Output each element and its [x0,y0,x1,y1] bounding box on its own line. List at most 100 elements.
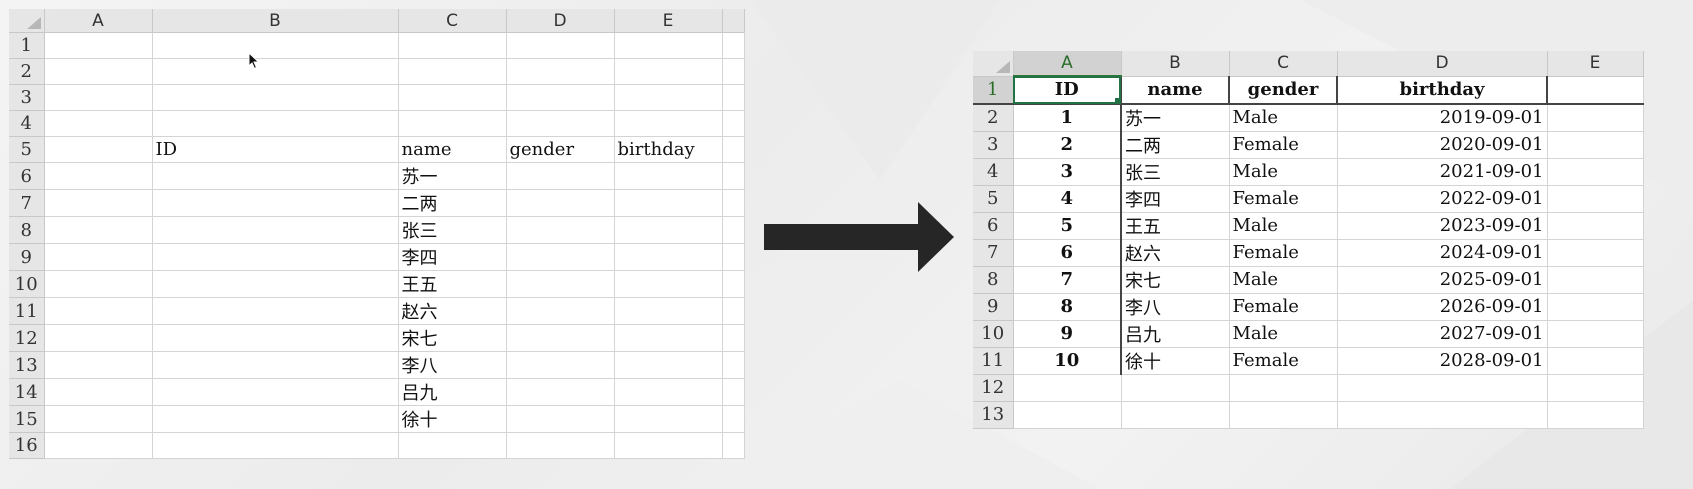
cell[interactable]: 10 [1013,347,1122,375]
cell[interactable] [152,297,399,325]
cell[interactable]: gender [506,136,615,163]
cell[interactable] [614,270,723,298]
cell[interactable] [614,324,723,352]
cell[interactable] [506,351,615,379]
column-header-e[interactable]: E [1547,51,1644,77]
cell[interactable]: 苏一 [1121,103,1230,132]
cell[interactable] [722,270,745,298]
cell[interactable] [614,297,723,325]
cell[interactable] [152,351,399,379]
row-header-9[interactable]: 9 [973,293,1014,321]
row-header-8[interactable]: 8 [973,266,1014,294]
cell[interactable] [722,136,745,163]
cell[interactable]: 吕九 [1121,320,1230,348]
column-header-d[interactable]: D [506,9,615,33]
cell[interactable] [1121,374,1230,402]
cell[interactable] [1547,374,1644,402]
column-header-d[interactable]: D [1337,51,1548,77]
cell[interactable] [44,162,153,190]
column-header-e[interactable]: E [614,9,723,33]
cell[interactable] [398,110,507,137]
cell[interactable]: Female [1229,293,1338,321]
header-cell-gender[interactable]: gender [1229,76,1338,105]
column-header-a[interactable]: A [1013,51,1122,77]
cell[interactable] [152,84,399,111]
row-header-14[interactable]: 14 [9,378,45,406]
cell[interactable]: 7 [1013,266,1122,294]
cell[interactable] [152,32,399,59]
row-header-6[interactable]: 6 [9,162,45,190]
cell[interactable] [44,351,153,379]
cell[interactable] [614,84,723,111]
cell[interactable]: Male [1229,103,1338,132]
row-header-2[interactable]: 2 [973,103,1014,132]
cell[interactable] [722,32,745,59]
cell[interactable] [1337,374,1548,402]
row-header-9[interactable]: 9 [9,243,45,271]
cell[interactable] [722,110,745,137]
cell[interactable] [722,378,745,406]
cell[interactable] [44,405,153,433]
cell[interactable] [722,84,745,111]
row-header-2[interactable]: 2 [9,58,45,85]
cell[interactable] [506,405,615,433]
cell[interactable]: Male [1229,158,1338,186]
column-header-a[interactable]: A [44,9,153,33]
cell[interactable] [44,32,153,59]
cell[interactable]: 4 [1013,185,1122,213]
cell[interactable] [614,351,723,379]
cell[interactable] [506,216,615,244]
cell[interactable] [614,110,723,137]
cell[interactable]: 2027-09-01 [1337,320,1548,348]
cell[interactable]: name [398,136,507,163]
cell[interactable]: 1 [1013,103,1122,132]
cell[interactable] [152,216,399,244]
row-header-12[interactable]: 12 [9,324,45,352]
cell[interactable]: 李八 [398,351,507,379]
row-header-3[interactable]: 3 [973,131,1014,159]
cell[interactable] [44,378,153,406]
cell[interactable] [1013,401,1122,429]
cell[interactable] [152,189,399,217]
cell[interactable]: Male [1229,212,1338,240]
cell[interactable]: Male [1229,266,1338,294]
cell[interactable] [506,270,615,298]
cell[interactable] [44,432,153,459]
cell[interactable] [44,216,153,244]
cell[interactable]: 8 [1013,293,1122,321]
cell[interactable] [44,243,153,271]
cell[interactable] [152,243,399,271]
cell[interactable] [614,162,723,190]
cell[interactable] [1547,131,1644,159]
cell[interactable] [506,324,615,352]
column-header-b[interactable]: B [152,9,399,33]
cell[interactable] [722,405,745,433]
row-header-1[interactable]: 1 [9,32,45,59]
cell[interactable] [44,270,153,298]
row-header-5[interactable]: 5 [973,185,1014,213]
cell[interactable]: 2028-09-01 [1337,347,1548,375]
cell[interactable]: 二两 [398,189,507,217]
select-all-corner[interactable] [9,9,45,33]
cell[interactable] [152,110,399,137]
cell[interactable] [152,432,399,459]
cell[interactable]: 二两 [1121,131,1230,159]
cell[interactable] [1547,158,1644,186]
cell[interactable]: Male [1229,320,1338,348]
cell[interactable] [44,136,153,163]
cell[interactable] [614,32,723,59]
cell[interactable] [1337,401,1548,429]
cell[interactable] [722,216,745,244]
cell[interactable] [506,297,615,325]
cell[interactable]: 5 [1013,212,1122,240]
cell[interactable] [44,110,153,137]
cell[interactable]: Female [1229,239,1338,267]
cell[interactable] [614,216,723,244]
cell[interactable] [1547,239,1644,267]
cell[interactable]: birthday [614,136,723,163]
cell[interactable]: ID [152,136,399,163]
row-header-6[interactable]: 6 [973,212,1014,240]
row-header-4[interactable]: 4 [973,158,1014,186]
cell[interactable] [506,432,615,459]
cell[interactable] [398,58,507,85]
